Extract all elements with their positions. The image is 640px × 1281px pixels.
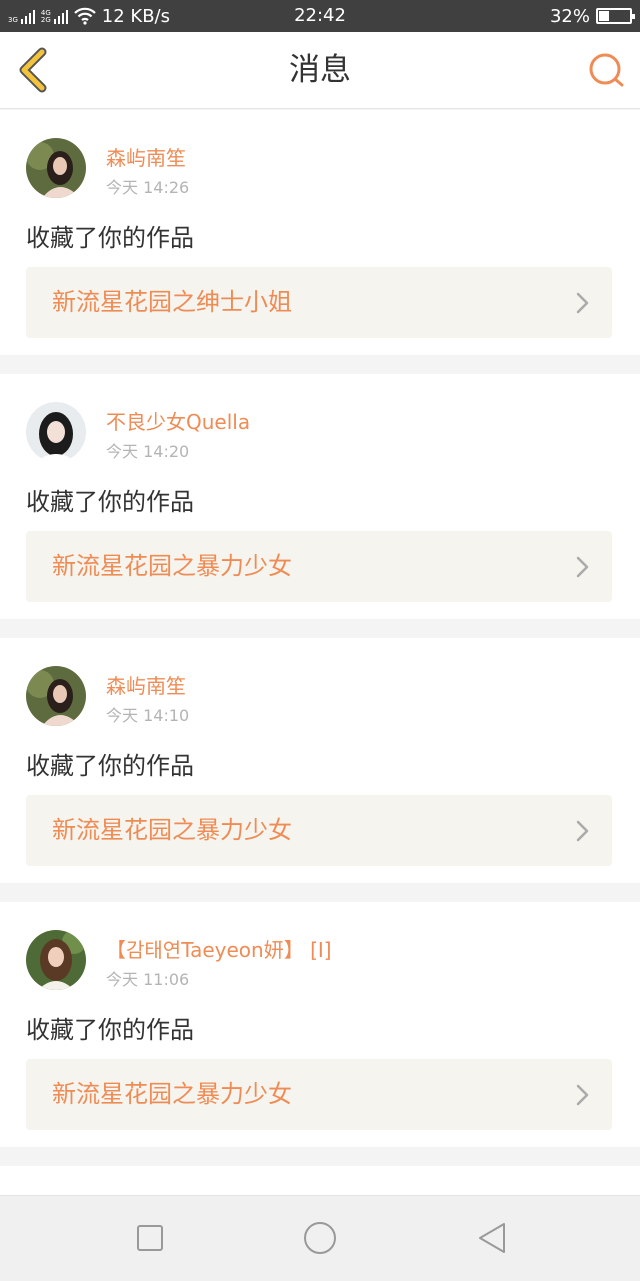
battery-icon: [596, 8, 635, 24]
home-button[interactable]: [300, 1218, 340, 1258]
message-time: 今天 14:20: [106, 442, 190, 461]
message-card: 森屿南笙 今天 14:10 收藏了你的作品 新流星花园之暴力少女: [0, 638, 640, 883]
chevron-right-icon: [576, 1084, 589, 1106]
chevron-right-icon: [576, 556, 589, 578]
page-title: 消息: [289, 52, 351, 88]
avatar[interactable]: [26, 666, 86, 726]
circle-icon: [304, 1222, 336, 1254]
message-text: 收藏了你的作品: [26, 224, 194, 252]
search-icon: [589, 53, 624, 87]
user-name[interactable]: 森屿南笙: [106, 670, 186, 699]
battery-level-fill: [599, 11, 609, 21]
work-title: 新流星花园之暴力少女: [52, 816, 292, 844]
work-title: 新流星花园之绅士小姐: [52, 288, 292, 316]
user-name[interactable]: 森屿南笙: [106, 142, 186, 171]
status-bar-right: 32%: [549, 0, 635, 32]
work-link[interactable]: 新流星花园之暴力少女: [26, 531, 612, 602]
square-icon: [137, 1225, 163, 1251]
message-text: 收藏了你的作品: [26, 488, 194, 516]
message-text: 收藏了你的作品: [26, 1016, 194, 1044]
chevron-right-icon: [576, 292, 589, 314]
nav-back-button[interactable]: [472, 1218, 512, 1258]
recent-apps-button[interactable]: [130, 1218, 170, 1258]
system-nav-bar: [0, 1195, 640, 1281]
battery-percent: 32%: [549, 5, 590, 27]
message-time: 今天 14:26: [106, 178, 190, 197]
work-link[interactable]: 新流星花园之绅士小姐: [26, 267, 612, 338]
search-button[interactable]: [586, 50, 626, 90]
work-title: 新流星花园之暴力少女: [52, 552, 292, 580]
user-name[interactable]: 不良少女Quella: [106, 406, 250, 435]
clock: 22:42: [294, 5, 346, 26]
message-card: 【감태연Taeyeon妍】 [I] 今天 11:06 收藏了你的作品 新流星花园…: [0, 902, 640, 1147]
work-link[interactable]: 新流星花园之暴力少女: [26, 1059, 612, 1130]
avatar[interactable]: [26, 930, 86, 990]
message-time: 今天 11:06: [106, 970, 190, 989]
user-name[interactable]: 【감태연Taeyeon妍】 [I]: [106, 934, 332, 963]
work-link[interactable]: 新流星花园之暴力少女: [26, 795, 612, 866]
triangle-left-icon: [479, 1223, 505, 1253]
avatar[interactable]: [26, 138, 86, 198]
message-time: 今天 14:10: [106, 706, 190, 725]
message-card: 不良少女Quella 今天 14:20 收藏了你的作品 新流星花园之暴力少女: [0, 374, 640, 619]
status-bar: 3G 4G 2G 12 KB/s 22:42 32%: [0, 0, 640, 32]
message-card: 森屿南笙 今天 14:26 收藏了你的作品 新流星花园之绅士小姐: [0, 110, 640, 355]
chevron-right-icon: [576, 820, 589, 842]
message-list: 森屿南笙 今天 14:26 收藏了你的作品 新流星花园之绅士小姐 不良少女Que…: [0, 110, 640, 1225]
message-text: 收藏了你的作品: [26, 752, 194, 780]
avatar[interactable]: [26, 402, 86, 462]
work-title: 新流星花园之暴力少女: [52, 1080, 292, 1108]
app-header: 消息: [0, 32, 640, 109]
